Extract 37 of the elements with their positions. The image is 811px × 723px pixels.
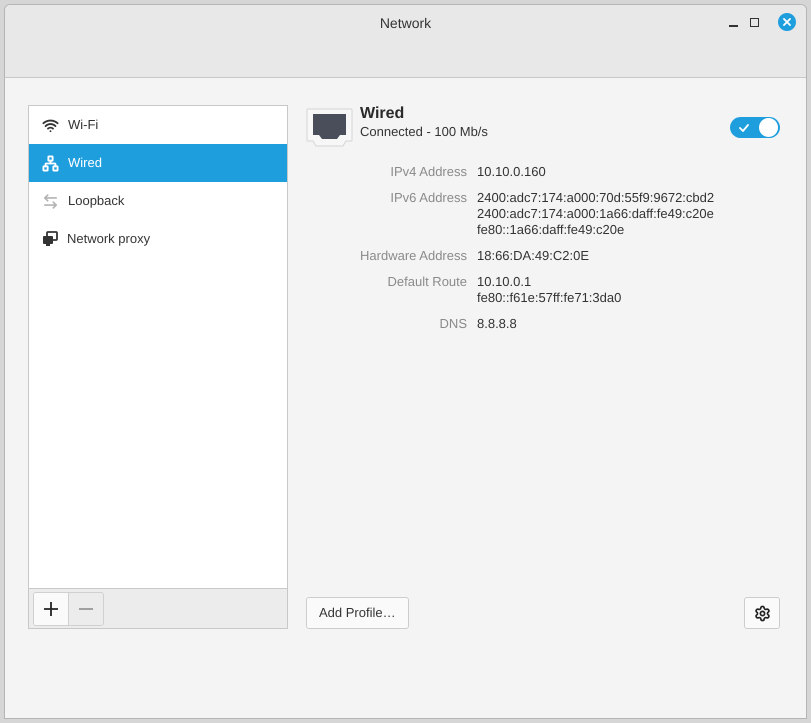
sidebar-item[interactable]: Wi-Fi (29, 106, 287, 144)
wifi-icon (42, 116, 59, 134)
settings-button[interactable] (744, 597, 780, 629)
detail-label: IPv4 Address (390, 164, 467, 180)
arrows-icon (42, 192, 59, 210)
detail-value: 10.10.0.160 (477, 164, 546, 180)
detail-label: Default Route (388, 274, 467, 291)
connection-name: Wired (360, 104, 406, 124)
add-button[interactable] (34, 592, 69, 624)
toggle-knob (759, 118, 778, 137)
connection-toggle[interactable] (730, 117, 780, 138)
detail-label: DNS (440, 316, 467, 332)
sidebar-item[interactable]: Loopback (29, 182, 287, 220)
detail-value: 8.8.8.8 (477, 316, 517, 332)
close-icon (783, 18, 791, 26)
minus-icon (79, 608, 93, 610)
close-button[interactable] (778, 13, 796, 31)
ethernet-port-icon (306, 108, 353, 147)
detail-value: 2400:adc7:174:a000:1a66:daff:fe49:c20e (477, 206, 714, 222)
add-profile-button[interactable]: Add Profile… (306, 597, 409, 629)
detail-value: fe80::1a66:daff:fe49:c20e (477, 222, 624, 238)
connection-status: Connected - 100 Mb/s (360, 124, 488, 140)
check-icon (739, 124, 749, 132)
minimize-icon (728, 25, 738, 27)
detail-value: fe80::f61e:57ff:fe71:3da0 (477, 290, 622, 306)
sidebar-item[interactable]: Network proxy (29, 220, 287, 258)
detail-label: IPv6 Address (390, 190, 467, 207)
window-title: Network (380, 14, 432, 32)
detail-value: 2400:adc7:174:a000:70d:55f9:9672:cbd2 (477, 190, 714, 206)
detail-label: Hardware Address (360, 248, 467, 264)
wired-network-icon (42, 154, 59, 172)
plus-icon (44, 602, 58, 616)
detail-value: 10.10.0.1 (477, 274, 532, 290)
settings-icon (754, 604, 770, 622)
detail-value: 18:66:DA:49:C2:0E (477, 248, 590, 264)
maximize-icon (750, 18, 758, 26)
monitors-icon (42, 231, 58, 247)
